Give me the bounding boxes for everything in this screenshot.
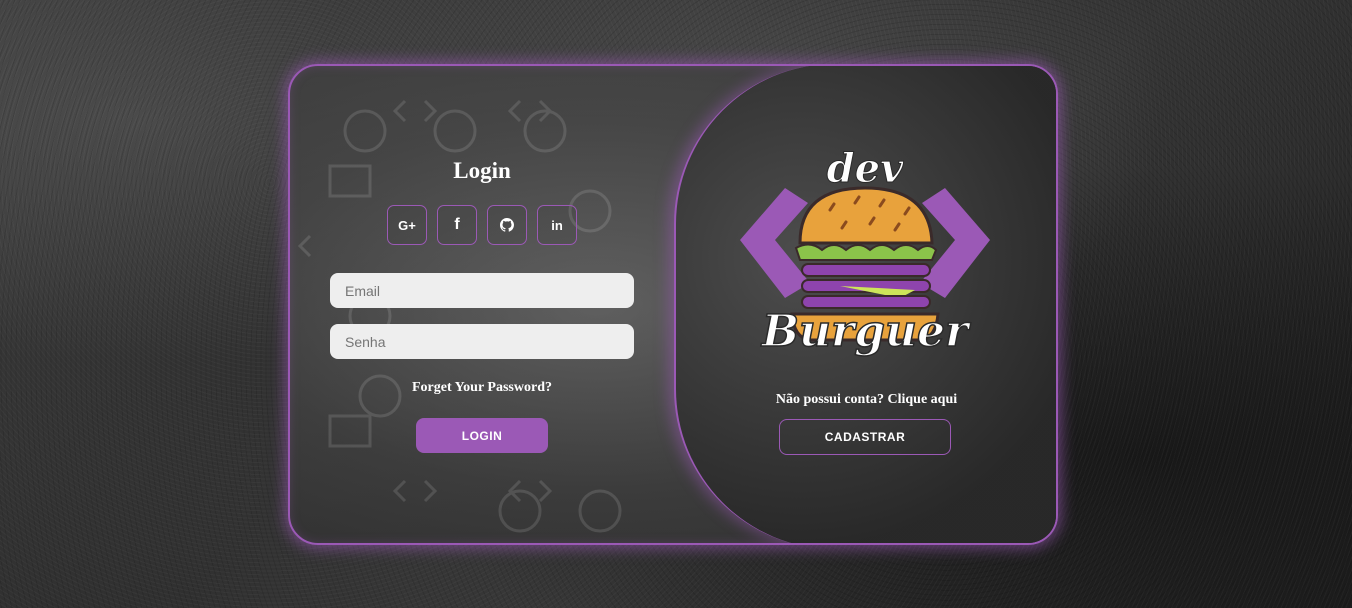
forgot-password-link[interactable]: Forget Your Password? — [330, 380, 634, 396]
social-login-row: G+ f in — [387, 205, 577, 245]
google-plus-icon: G+ — [398, 217, 416, 233]
signup-prompt[interactable]: Não possui conta? Clique aqui — [674, 392, 1056, 408]
github-icon — [500, 218, 514, 232]
github-button[interactable] — [487, 205, 527, 245]
password-field[interactable] — [330, 324, 634, 359]
logo-dev-text: dev — [827, 148, 904, 192]
google-plus-button[interactable]: G+ — [387, 205, 427, 245]
email-field[interactable] — [330, 273, 634, 308]
login-title: Login — [453, 158, 511, 183]
facebook-button[interactable]: f — [437, 205, 477, 245]
login-form: Login G+ f in Forget Your Password? LOGI… — [330, 66, 634, 543]
facebook-icon: f — [454, 216, 460, 233]
linkedin-button[interactable]: in — [537, 205, 577, 245]
logo-burguer-text: Burguer — [760, 306, 971, 357]
login-button[interactable]: LOGIN — [416, 418, 548, 453]
auth-card: Login G+ f in Forget Your Password? LOGI… — [288, 64, 1058, 545]
linkedin-icon: in — [551, 217, 563, 233]
dev-burguer-logo: dev Burguer — [740, 148, 990, 358]
signup-button[interactable]: CADASTRAR — [779, 419, 951, 455]
